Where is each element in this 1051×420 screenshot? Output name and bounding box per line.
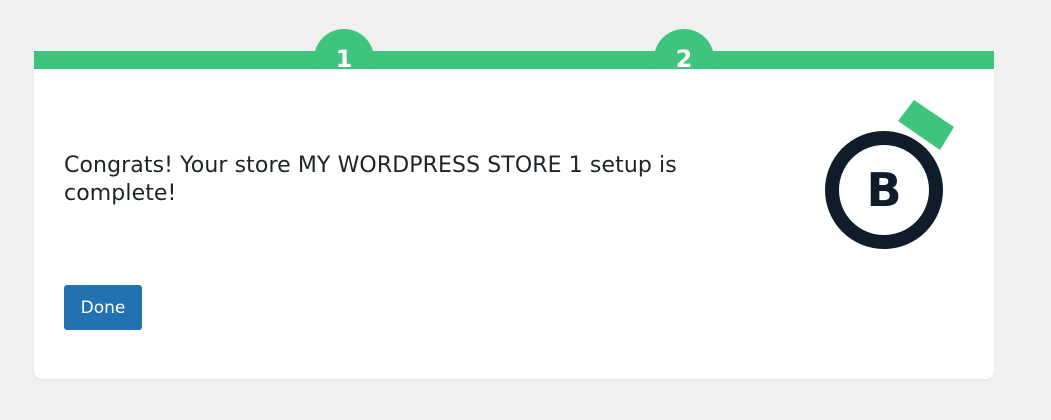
completion-card: Congrats! Your store MY WORDPRESS STORE … xyxy=(34,69,994,379)
logo-letter: B xyxy=(866,163,901,217)
done-button[interactable]: Done xyxy=(64,285,142,330)
progress-bar xyxy=(34,51,994,69)
setup-wizard-page: 1 2 Congrats! Your store MY WORDPRESS ST… xyxy=(0,0,1051,420)
completion-message: Congrats! Your store MY WORDPRESS STORE … xyxy=(64,153,677,206)
store-logo-icon: B xyxy=(825,100,954,249)
